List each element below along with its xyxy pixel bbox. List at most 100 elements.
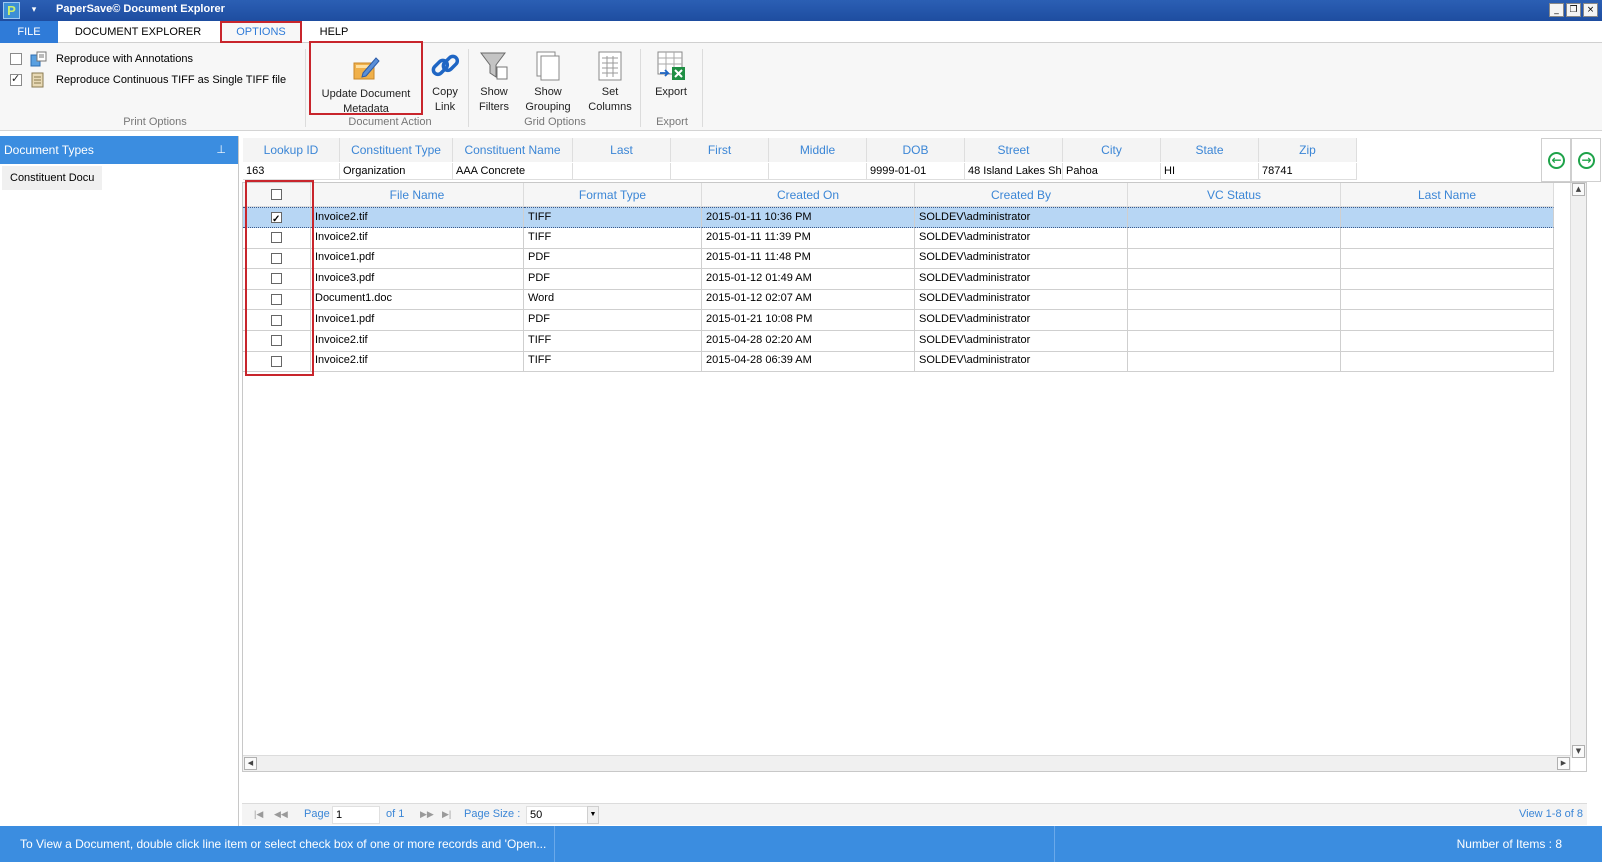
select-all-checkbox[interactable] (271, 189, 282, 200)
row-checkbox[interactable] (271, 314, 282, 326)
row-checkbox-cell[interactable] (243, 207, 311, 228)
scroll-up-icon[interactable]: ▲ (1572, 183, 1585, 196)
reproduce-tiff-option[interactable]: Reproduce Continuous TIFF as Single TIFF… (10, 72, 286, 88)
row-checkbox-cell[interactable] (243, 268, 311, 290)
row-checkbox[interactable] (271, 210, 282, 227)
select-all-header[interactable] (243, 183, 311, 207)
row-checkbox[interactable] (271, 355, 282, 367)
page-size-select[interactable] (526, 806, 588, 824)
grouping-icon (536, 51, 560, 81)
link-icon (431, 54, 460, 77)
previous-page-icon[interactable]: ◀◀ (274, 809, 288, 820)
reproduce-annotations-checkbox[interactable] (10, 53, 22, 65)
scroll-left-icon[interactable]: ◀ (244, 757, 257, 770)
row-checkbox-cell[interactable] (243, 227, 311, 249)
grid-column-header[interactable]: Created By (915, 183, 1128, 207)
grid-cell-format: PDF (524, 268, 702, 290)
horizontal-scrollbar[interactable]: ◀ ▶ (243, 755, 1571, 771)
tab-document-explorer[interactable]: DOCUMENT EXPLORER (58, 21, 218, 43)
edit-document-icon (353, 57, 380, 80)
grid-cell-by: SOLDEV\administrator (915, 268, 1128, 290)
grid-column-header[interactable]: Last Name (1341, 183, 1554, 207)
row-checkbox-cell[interactable] (243, 289, 311, 311)
grid-cell-created: 2015-01-11 10:36 PM (702, 207, 915, 228)
lookup-column-header[interactable]: DOB (867, 138, 965, 162)
lookup-column-header[interactable]: Middle (769, 138, 867, 162)
row-checkbox[interactable] (271, 232, 282, 244)
table-row[interactable]: Document1.doc Word 2015-01-12 02:07 AM SOLD… (243, 289, 1583, 311)
row-checkbox-cell[interactable] (243, 310, 311, 331)
tab-file[interactable]: FILE (0, 21, 58, 43)
minimize-button[interactable]: _ (1549, 3, 1564, 17)
grid-cell-file: Invoice3.pdf (311, 268, 524, 290)
copy-link-button[interactable]: Copy Link (425, 49, 465, 115)
scroll-right-icon[interactable]: ▶ (1557, 757, 1570, 770)
table-row[interactable]: Invoice2.tif TIFF 2015-04-28 02:20 AM SOLDE… (243, 330, 1583, 352)
grid-column-header[interactable]: VC Status (1128, 183, 1341, 207)
lookup-column-header[interactable]: Lookup ID (243, 138, 340, 162)
update-document-metadata-button[interactable]: Update Document Metadata (309, 41, 423, 115)
quick-access-dropdown-icon[interactable]: ▾ (27, 2, 41, 18)
grid-header-row: File Name Format Type Created On Created By… (243, 183, 1583, 207)
reproduce-annotations-option[interactable]: Reproduce with Annotations (10, 51, 193, 67)
lookup-value-cell: 78741 (1259, 163, 1357, 180)
table-row[interactable]: Invoice2.tifTIFF2015-01-11 10:36 PMSOLDE… (243, 207, 1583, 228)
next-record-button[interactable]: → (1571, 138, 1601, 182)
lookup-column-header[interactable]: Last (573, 138, 671, 162)
table-row[interactable]: Invoice1.pdf PDF 2015-01-21 10:08 PM SOLDEV… (243, 310, 1583, 331)
row-checkbox-cell[interactable] (243, 351, 311, 373)
lookup-column-header[interactable]: State (1161, 138, 1259, 162)
lookup-column-header[interactable]: Street (965, 138, 1063, 162)
reproduce-tiff-checkbox[interactable] (10, 72, 22, 86)
grid-cell-last (1341, 289, 1554, 311)
first-page-icon[interactable]: |◀ (254, 809, 263, 820)
show-grouping-label-1: Show (534, 86, 562, 98)
lookup-column-header[interactable]: Constituent Name (453, 138, 573, 162)
lookup-column-header[interactable]: Constituent Type (340, 138, 453, 162)
grid-cell-by: SOLDEV\administrator (915, 351, 1128, 373)
page-label: Page (304, 808, 330, 820)
table-row[interactable]: Invoice2.tif TIFF 2015-04-28 06:39 AM SOLDE… (243, 351, 1583, 373)
last-page-icon[interactable]: ▶| (442, 809, 451, 820)
tab-options[interactable]: OPTIONS (220, 21, 302, 43)
row-checkbox[interactable] (271, 252, 282, 264)
columns-icon (598, 51, 622, 81)
grid-column-header[interactable]: File Name (311, 183, 524, 207)
scroll-down-icon[interactable]: ▼ (1572, 745, 1585, 758)
grid-cell-file: Document1.doc (311, 289, 524, 311)
lookup-column-header[interactable]: Zip (1259, 138, 1357, 162)
row-checkbox[interactable] (271, 273, 282, 285)
status-message: To View a Document, double click line it… (0, 826, 555, 862)
previous-record-button[interactable]: ← (1541, 138, 1571, 182)
pager-bar: |◀ ◀◀ Page of 1 ▶▶ ▶| Page Size : ▼ View… (242, 803, 1587, 825)
pin-icon[interactable]: ⊥ (216, 136, 226, 164)
grid-cell-format: TIFF (524, 351, 702, 373)
next-page-icon[interactable]: ▶▶ (420, 809, 434, 820)
grid-column-header[interactable]: Format Type (524, 183, 702, 207)
lookup-column-header[interactable]: First (671, 138, 769, 162)
page-number-input[interactable] (332, 806, 380, 824)
grid-column-header[interactable]: Created On (702, 183, 915, 207)
lookup-value-cell: 48 Island Lakes Sh (965, 163, 1063, 180)
restore-button[interactable]: ❐ (1566, 3, 1581, 17)
table-row[interactable]: Invoice2.tif TIFF 2015-01-11 11:39 PM SOLDE… (243, 227, 1583, 249)
table-row[interactable]: Invoice3.pdf PDF 2015-01-12 01:49 AM SOLDEV… (243, 268, 1583, 290)
show-filters-button[interactable]: Show Filters (474, 49, 514, 115)
close-button[interactable]: × (1583, 3, 1598, 17)
show-filters-label-1: Show (480, 86, 508, 98)
arrow-left-icon: ← (1548, 152, 1565, 169)
set-columns-button[interactable]: Set Columns (582, 49, 638, 115)
document-type-item[interactable]: Constituent Docu (2, 166, 103, 190)
table-row[interactable]: Invoice1.pdf PDF 2015-01-11 11:48 PM SOLDEV… (243, 248, 1583, 270)
row-checkbox-cell[interactable] (243, 248, 311, 270)
row-checkbox-cell[interactable] (243, 330, 311, 352)
show-grouping-button[interactable]: Show Grouping (520, 49, 576, 115)
export-button[interactable]: Export (650, 49, 692, 100)
chevron-down-icon[interactable]: ▼ (587, 806, 599, 824)
lookup-column-header[interactable]: City (1063, 138, 1161, 162)
row-checkbox[interactable] (271, 335, 282, 347)
grid-cell-by: SOLDEV\administrator (915, 207, 1128, 228)
vertical-scrollbar[interactable]: ▲ ▼ (1570, 183, 1586, 758)
tab-help[interactable]: HELP (306, 21, 362, 43)
row-checkbox[interactable] (271, 293, 282, 305)
